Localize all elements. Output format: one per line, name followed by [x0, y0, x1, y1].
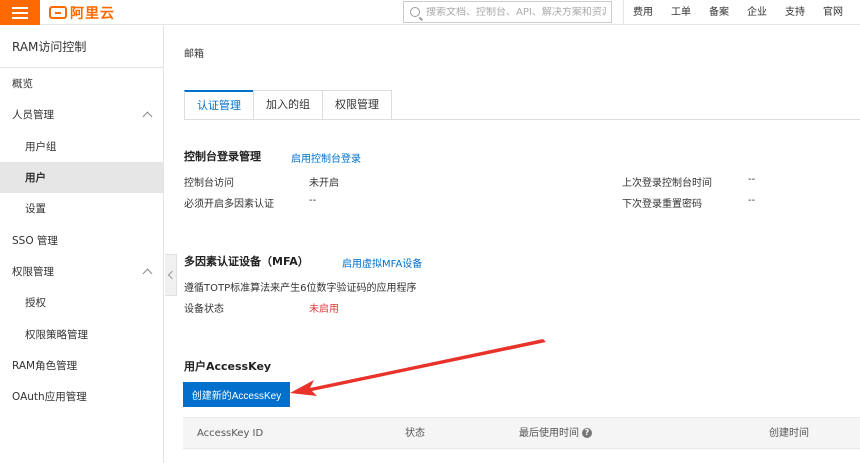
- sidebar-group-permissions[interactable]: 权限管理: [0, 256, 163, 287]
- sidebar-item-settings[interactable]: 设置: [0, 193, 163, 224]
- top-navigation-bar: 阿里云 费用 工单 备案 企业 支持 官网: [0, 0, 860, 25]
- chevron-up-icon[interactable]: [142, 268, 153, 279]
- last-login-value: --: [748, 174, 756, 185]
- access-key-table-header: AccessKey ID 状态 最后使用时间? 创建时间: [183, 417, 860, 449]
- reset-password-label: 下次登录重置密码: [622, 199, 702, 210]
- sidebar-item-label: 设置: [25, 203, 46, 216]
- search-input[interactable]: [426, 6, 606, 18]
- nav-link-official-site[interactable]: 官网: [814, 0, 852, 25]
- chevron-up-icon[interactable]: [142, 111, 153, 122]
- last-login-label: 上次登录控制台时间: [622, 178, 712, 189]
- sidebar-item-label: 用户组: [25, 140, 57, 153]
- top-nav-links: 费用 工单 备案 企业 支持 官网: [623, 0, 852, 25]
- sidebar-item-label: 授权: [25, 297, 46, 310]
- column-header-status[interactable]: 状态: [405, 418, 425, 449]
- sidebar-item-label: 权限策略管理: [25, 328, 88, 341]
- mfa-required-label: 必须开启多因素认证: [184, 199, 274, 210]
- nav-link-billing[interactable]: 费用: [624, 0, 662, 25]
- logo-mark-icon: [49, 6, 67, 19]
- enable-console-login-link[interactable]: 启用控制台登录: [291, 150, 361, 165]
- sidebar-item-label: RAM角色管理: [12, 359, 78, 372]
- sidebar-title: RAM访问控制: [0, 26, 163, 68]
- email-label: 邮箱: [184, 49, 204, 60]
- device-status-value: 未启用: [309, 304, 339, 315]
- brand-name: 阿里云: [70, 5, 115, 22]
- column-header-last-used[interactable]: 最后使用时间?: [519, 418, 592, 449]
- help-icon[interactable]: ?: [582, 428, 592, 438]
- hamburger-menu-icon[interactable]: [0, 0, 40, 25]
- nav-link-support[interactable]: 支持: [776, 0, 814, 25]
- access-key-title: 用户AccessKey: [184, 360, 272, 373]
- sidebar: RAM访问控制 概览 人员管理 用户组 用户 设置 SSO 管理 权限管理 授权…: [0, 26, 164, 463]
- tab-bar: 认证管理 加入的组 权限管理: [184, 90, 392, 120]
- enable-virtual-mfa-link[interactable]: 启用虚拟MFA设备: [342, 255, 422, 270]
- column-header-created[interactable]: 创建时间: [769, 418, 809, 449]
- nav-link-tickets[interactable]: 工单: [662, 0, 700, 25]
- main-content: 邮箱 认证管理 加入的组 权限管理 控制台登录管理 启用控制台登录 控制台访问 …: [176, 26, 860, 463]
- console-access-label: 控制台访问: [184, 178, 234, 189]
- mfa-description: 遵循TOTP标准算法来产生6位数字验证码的应用程序: [184, 283, 417, 294]
- sidebar-item-grants[interactable]: 授权: [0, 287, 163, 318]
- aliyun-logo[interactable]: 阿里云: [49, 4, 115, 22]
- sidebar-item-label: 人员管理: [12, 109, 54, 122]
- tab-groups[interactable]: 加入的组: [253, 90, 323, 120]
- mfa-title: 多因素认证设备（MFA）: [184, 255, 309, 268]
- create-access-key-button[interactable]: 创建新的AccessKey: [183, 382, 290, 407]
- column-header-label: 最后使用时间: [519, 428, 579, 439]
- column-header-access-key-id[interactable]: AccessKey ID: [197, 418, 263, 449]
- sidebar-item-groups[interactable]: 用户组: [0, 131, 163, 162]
- mfa-required-value: --: [309, 195, 317, 206]
- console-access-value: 未开启: [309, 178, 339, 189]
- device-status-label: 设备状态: [184, 304, 224, 315]
- nav-link-enterprise[interactable]: 企业: [738, 0, 776, 25]
- sidebar-item-users[interactable]: 用户: [0, 161, 163, 194]
- sidebar-item-sso[interactable]: SSO 管理: [0, 224, 163, 255]
- sidebar-item-oauth-apps[interactable]: OAuth应用管理: [0, 381, 163, 412]
- sidebar-item-policies[interactable]: 权限策略管理: [0, 318, 163, 349]
- sidebar-item-label: 用户: [25, 172, 46, 185]
- sidebar-group-identities[interactable]: 人员管理: [0, 99, 163, 130]
- sidebar-item-label: 权限管理: [12, 265, 54, 278]
- tab-authentication[interactable]: 认证管理: [184, 90, 254, 120]
- search-box[interactable]: [403, 1, 612, 23]
- sidebar-item-ram-roles[interactable]: RAM角色管理: [0, 350, 163, 381]
- sidebar-item-label: SSO 管理: [12, 234, 58, 247]
- sidebar-item-label: 概览: [12, 78, 33, 91]
- search-icon[interactable]: [410, 7, 420, 17]
- tab-permissions[interactable]: 权限管理: [322, 90, 392, 120]
- reset-password-value: --: [748, 195, 756, 206]
- nav-link-icp[interactable]: 备案: [700, 0, 738, 25]
- chevron-left-icon: [167, 270, 177, 280]
- sidebar-item-label: OAuth应用管理: [12, 391, 87, 404]
- sidebar-item-overview[interactable]: 概览: [0, 68, 163, 99]
- console-login-title: 控制台登录管理: [184, 150, 261, 163]
- tab-divider: [184, 119, 860, 120]
